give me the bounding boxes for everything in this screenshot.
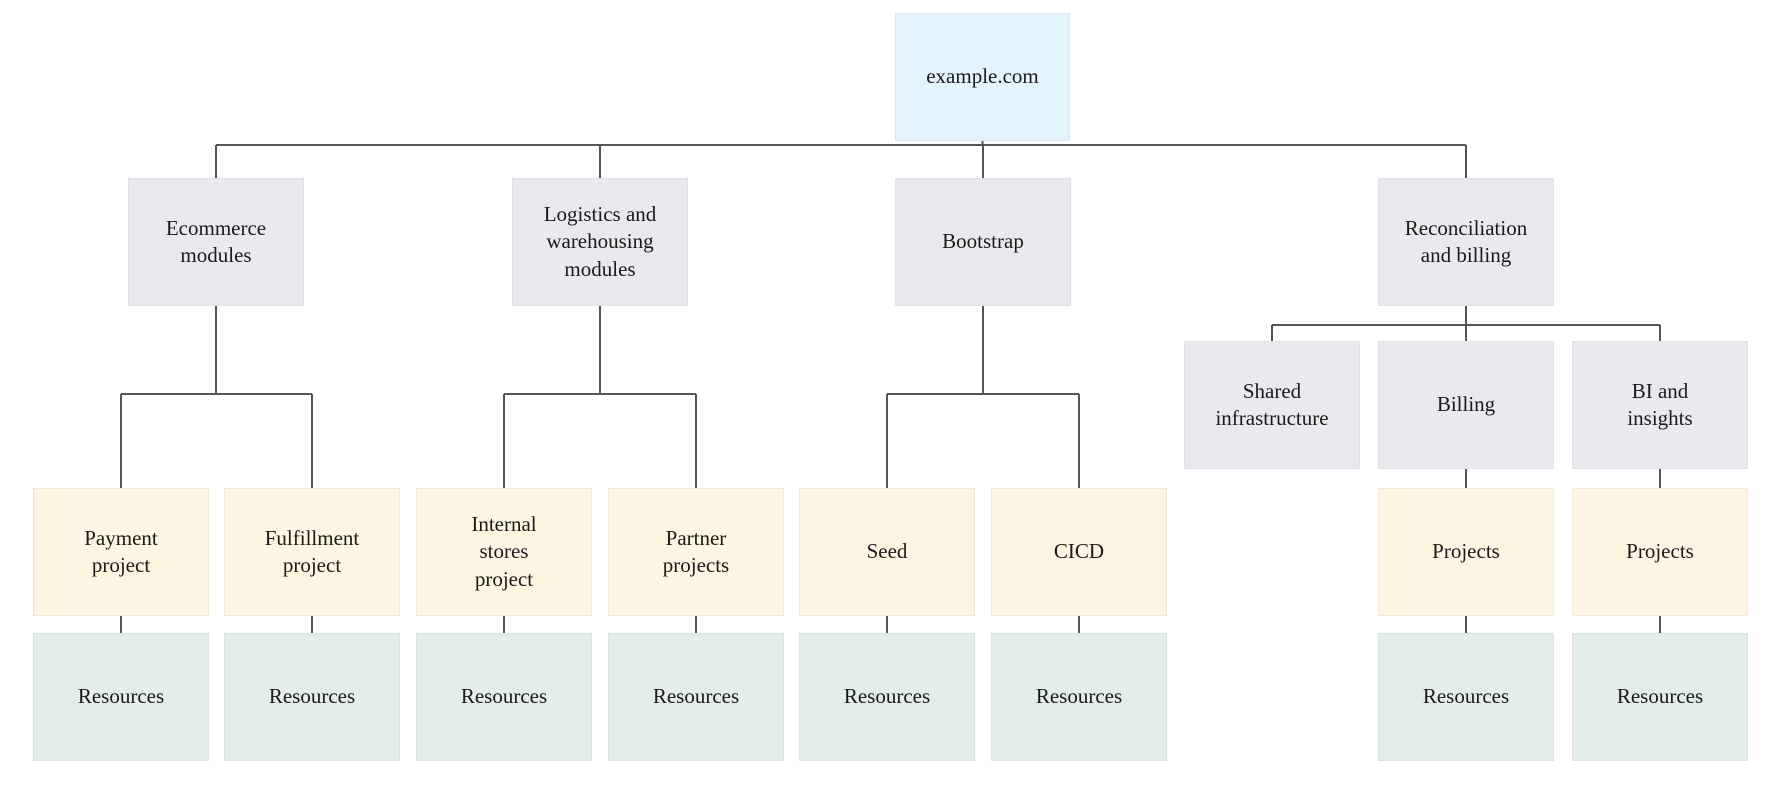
node-res3[interactable]: Resources: [416, 633, 592, 761]
node-res4[interactable]: Resources: [608, 633, 784, 761]
node-billing[interactable]: Billing: [1378, 341, 1554, 469]
node-label: CICD: [1053, 539, 1105, 564]
node-res1[interactable]: Resources: [33, 633, 209, 761]
node-label: Resources: [1035, 684, 1123, 709]
node-cicd[interactable]: CICD: [991, 488, 1167, 616]
node-label: Partner projects: [662, 525, 730, 577]
node-label: Seed: [866, 539, 908, 564]
node-label: Resources: [268, 684, 356, 709]
node-label: Projects: [1432, 539, 1500, 564]
node-res5[interactable]: Resources: [799, 633, 975, 761]
node-res7[interactable]: Resources: [1378, 633, 1554, 761]
node-res8[interactable]: Resources: [1572, 633, 1748, 761]
node-label: Resources: [843, 684, 931, 709]
node-billprj[interactable]: Projects: [1378, 488, 1554, 616]
node-label: example.com: [926, 64, 1039, 89]
node-label: Projects: [1626, 539, 1694, 564]
node-fulfillment[interactable]: Fulfillment project: [224, 488, 400, 616]
node-root[interactable]: example.com: [895, 13, 1070, 141]
node-label: Payment project: [84, 525, 158, 577]
node-label: Resources: [77, 684, 165, 709]
node-payment[interactable]: Payment project: [33, 488, 209, 616]
node-label: Resources: [1422, 684, 1510, 709]
node-logistics[interactable]: Logistics and warehousing modules: [512, 178, 688, 306]
node-bi[interactable]: BI and insights: [1572, 341, 1748, 469]
node-shared[interactable]: Shared infrastructure: [1184, 341, 1360, 469]
node-internal[interactable]: Internal stores project: [416, 488, 592, 616]
node-label: Bootstrap: [942, 229, 1024, 254]
node-label: Reconciliation and billing: [1404, 215, 1528, 267]
node-label: Fulfillment project: [264, 525, 360, 577]
node-label: Ecommerce modules: [165, 215, 267, 267]
node-label: Resources: [1616, 684, 1704, 709]
node-label: Resources: [652, 684, 740, 709]
node-res2[interactable]: Resources: [224, 633, 400, 761]
node-label: Logistics and warehousing modules: [543, 202, 657, 281]
node-ecommerce[interactable]: Ecommerce modules: [128, 178, 304, 306]
node-partner[interactable]: Partner projects: [608, 488, 784, 616]
node-bootstrap[interactable]: Bootstrap: [895, 178, 1071, 306]
node-label: Resources: [460, 684, 548, 709]
node-label: BI and insights: [1627, 378, 1693, 430]
node-reconcile[interactable]: Reconciliation and billing: [1378, 178, 1554, 306]
node-seed[interactable]: Seed: [799, 488, 975, 616]
node-label: Internal stores project: [471, 512, 537, 591]
org-chart-canvas: example.com Ecommerce modules Logistics an…: [0, 0, 1784, 788]
node-res6[interactable]: Resources: [991, 633, 1167, 761]
node-biprj[interactable]: Projects: [1572, 488, 1748, 616]
node-label: Billing: [1436, 392, 1496, 417]
node-label: Shared infrastructure: [1215, 378, 1329, 430]
